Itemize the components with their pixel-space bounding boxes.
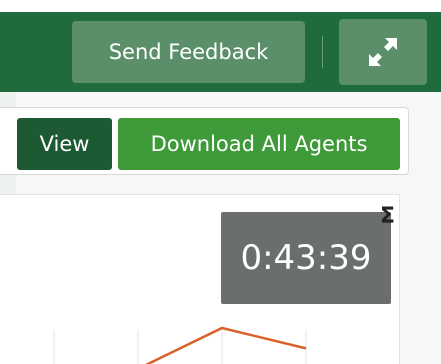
send-feedback-button[interactable]: Send Feedback bbox=[72, 21, 305, 83]
app-screen: Send Feedback View Download All Agents 0… bbox=[0, 0, 441, 364]
download-all-agents-button[interactable]: Download All Agents bbox=[118, 118, 400, 170]
expand-arrows-icon bbox=[369, 38, 397, 66]
elapsed-time-display: 0:43:39 bbox=[221, 212, 391, 304]
action-toolbar: View Download All Agents bbox=[0, 107, 409, 175]
expand-button[interactable] bbox=[339, 19, 427, 85]
view-button[interactable]: View bbox=[17, 118, 112, 170]
header-divider bbox=[322, 36, 323, 68]
sigma-icon[interactable]: Σ bbox=[380, 206, 395, 228]
